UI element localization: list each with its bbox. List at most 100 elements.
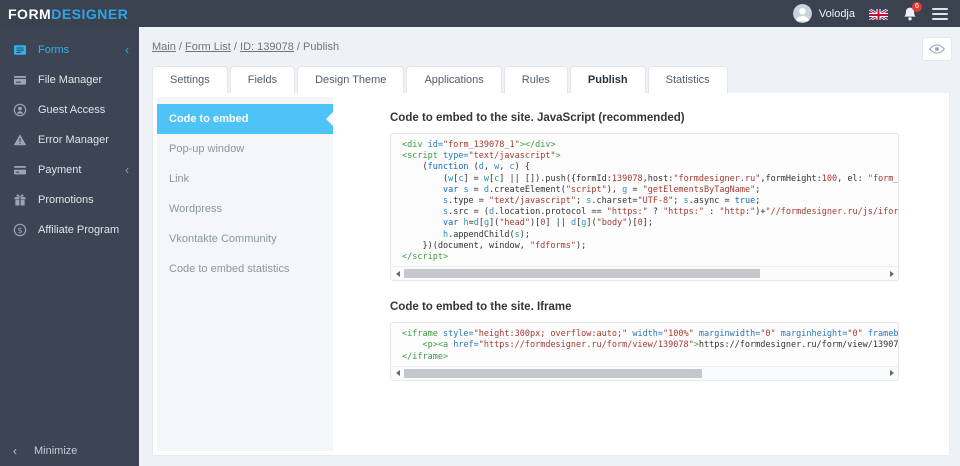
sidebar-item-label: Guest Access [38,104,106,116]
chevron-left-icon: ‹ [125,163,129,177]
sidebar-item-label: Payment [38,164,82,176]
forms-icon [13,43,27,57]
code-line: h.appendChild(s); [442,229,530,240]
svg-text:$: $ [17,226,22,235]
sidebar-item-label: Affiliate Program [38,224,120,236]
submenu-item-pop-up-window[interactable]: Pop-up window [157,134,333,164]
publish-panel: Code to embed Pop-up window Link Wordpress V… [152,93,950,456]
embed-section-2: Code to embed to the site. Iframe <iframe… [390,301,945,381]
sidebar-item-label: File Manager [38,74,103,86]
hamburger-menu-icon[interactable] [932,6,948,22]
publish-content: Code to embed to the site. JavaScript (r… [333,97,945,451]
breadcrumb-form-list[interactable]: Form List [185,41,231,53]
sidebar-item-guest-access[interactable]: Guest Access [0,95,139,125]
code-lines: <iframe style="height:300px; overflow:au… [391,329,898,363]
code-line: <p><a href="https://formdesigner.ru/form… [422,340,898,351]
notifications-badge: 6 [912,1,922,12]
submenu-item-vkontakte-community[interactable]: Vkontakte Community [157,224,333,254]
code-line: s.type = "text/javascript"; s.charset="U… [442,196,761,207]
logo-text-form: FORM [8,5,52,22]
code-block[interactable]: <iframe style="height:300px; overflow:au… [390,322,899,381]
tab-design-theme[interactable]: Design Theme [297,66,405,93]
code-line: var s = d.createElement("script"), g = "… [442,184,761,195]
breadcrumb-id-139078[interactable]: ID: 139078 [240,41,294,53]
tab-settings[interactable]: Settings [152,66,228,93]
scroll-left-arrow-icon[interactable] [391,267,404,280]
section-title: Code to embed to the site. JavaScript (r… [390,112,685,124]
sidebar-item-label: Forms [38,44,70,56]
sidebar-nav: Forms ‹ File Manager Guest Access Error Mana… [0,27,139,245]
scroll-right-arrow-icon[interactable] [885,267,898,280]
payment-icon [13,163,27,177]
breadcrumb-separator: / [293,41,304,53]
sidebar-item-promotions[interactable]: Promotions [0,185,139,215]
tab-rules[interactable]: Rules [503,66,568,93]
code-line: var h=d[g]("head")[0] || d[g]("body")[0]… [442,218,653,229]
sidebar-item-payment[interactable]: Payment ‹ [0,155,139,185]
topbar: FORMDESIGNER Volodja 6 [0,0,960,27]
tab-applications[interactable]: Applications [406,66,502,93]
code-line: })(document, window, "fdforms"); [402,240,587,251]
code-line: </script> [402,252,449,263]
tab-fields[interactable]: Fields [229,66,296,93]
code-line: (w[c] = w[c] || []).push({formId:139078,… [402,173,898,184]
error-manager-icon [13,133,27,147]
promotions-icon [13,193,27,207]
code-line: <iframe style="height:300px; overflow:au… [402,329,898,340]
breadcrumb-separator: / [175,41,186,53]
main-content: Main / Form List / ID: 139078 / Publish … [139,27,960,466]
breadcrumb: Main / Form List / ID: 139078 / Publish [152,41,960,53]
sidebar-item-label: Promotions [38,194,94,206]
breadcrumb-main[interactable]: Main [152,41,176,53]
breadcrumb-row: Main / Form List / ID: 139078 / Publish [139,27,960,66]
code-line: (function (d, w, c) { [402,162,531,173]
scroll-thumb[interactable] [404,269,760,279]
code-line: s.src = (d.location.protocol == "https:"… [442,207,898,218]
section-title: Code to embed to the site. Iframe [390,301,572,314]
code-line: <div id="form_139078_1"></div> [402,140,556,150]
breadcrumb-separator: / [230,41,241,53]
minimize-label: Minimize [34,445,78,457]
h-scrollbar[interactable] [391,266,898,281]
submenu-item-code-to-embed[interactable]: Code to embed [157,104,333,134]
submenu-item-wordpress[interactable]: Wordpress [157,194,333,224]
app-logo[interactable]: FORMDESIGNER [8,6,128,22]
tab-publish[interactable]: Publish [569,66,646,93]
language-flag-icon[interactable] [869,7,888,20]
code-line: </iframe> [402,351,449,362]
sidebar: Forms ‹ File Manager Guest Access Error Mana… [0,27,139,466]
preview-button[interactable] [922,37,952,61]
submenu-item-link[interactable]: Link [157,164,333,194]
sidebar-item-label: Error Manager [38,134,109,146]
chevron-left-icon: ‹ [125,43,129,57]
sidebar-item-forms[interactable]: Forms ‹ [0,35,139,65]
code-lines: <div id="form_139078_1"></div> <script ty… [391,140,898,263]
affiliate-program-icon: $ [13,223,27,237]
embed-section-1: Code to embed to the site. JavaScript (r… [390,112,945,282]
h-scrollbar[interactable] [391,365,898,380]
publish-submenu: Code to embed Pop-up window Link Wordpress V… [157,97,333,451]
submenu-item-code-to-embed-statistics[interactable]: Code to embed statistics [157,254,333,284]
code-line: <script type="text/javascript"> [402,151,561,162]
notifications-bell-icon[interactable]: 6 [902,1,922,22]
topbar-right: Volodja 6 [792,1,948,23]
sidebar-item-error-manager[interactable]: Error Manager [0,125,139,155]
breadcrumb-publish: Publish [303,41,340,53]
code-block[interactable]: <div id="form_139078_1"></div> <script ty… [390,133,899,282]
user-menu[interactable]: Volodja [792,4,855,23]
chevron-left-icon: ‹ [13,444,17,458]
scroll-thumb[interactable] [404,368,703,378]
username: Volodja [818,7,855,20]
guest-access-icon [13,103,27,117]
scroll-left-arrow-icon[interactable] [391,367,404,380]
sidebar-item-affiliate-program[interactable]: $ Affiliate Program [0,215,139,245]
avatar [792,4,812,23]
sidebar-item-file-manager[interactable]: File Manager [0,65,139,95]
eye-icon [929,44,945,54]
minimize-button[interactable]: ‹ Minimize [0,436,139,466]
tab-statistics[interactable]: Statistics [647,66,728,93]
scroll-right-arrow-icon[interactable] [885,367,898,380]
logo-text-designer: DESIGNER [51,5,129,22]
file-manager-icon [13,73,27,87]
tab-bar: Settings Fields Design Theme Applications Ru… [152,66,960,93]
